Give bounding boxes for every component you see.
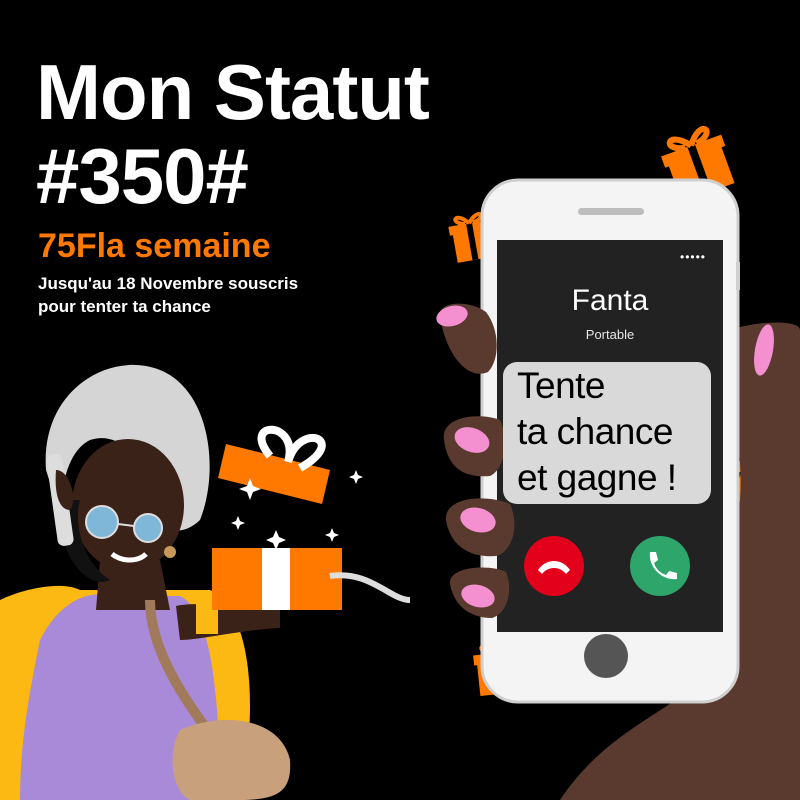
message-bubble: Tente ta chance et gagne ! [503, 362, 711, 504]
caller-name: Fanta [571, 284, 649, 317]
signal-dots: ••••• [680, 250, 707, 264]
message-line-2: ta chance [517, 411, 673, 452]
accept-call-button[interactable] [630, 536, 690, 596]
message-line-1: Tente [517, 365, 606, 406]
message-line-3: et gagne ! [517, 457, 677, 498]
decline-call-button[interactable] [524, 536, 584, 596]
caller-type: Portable [585, 327, 635, 342]
gift-box [212, 425, 411, 610]
